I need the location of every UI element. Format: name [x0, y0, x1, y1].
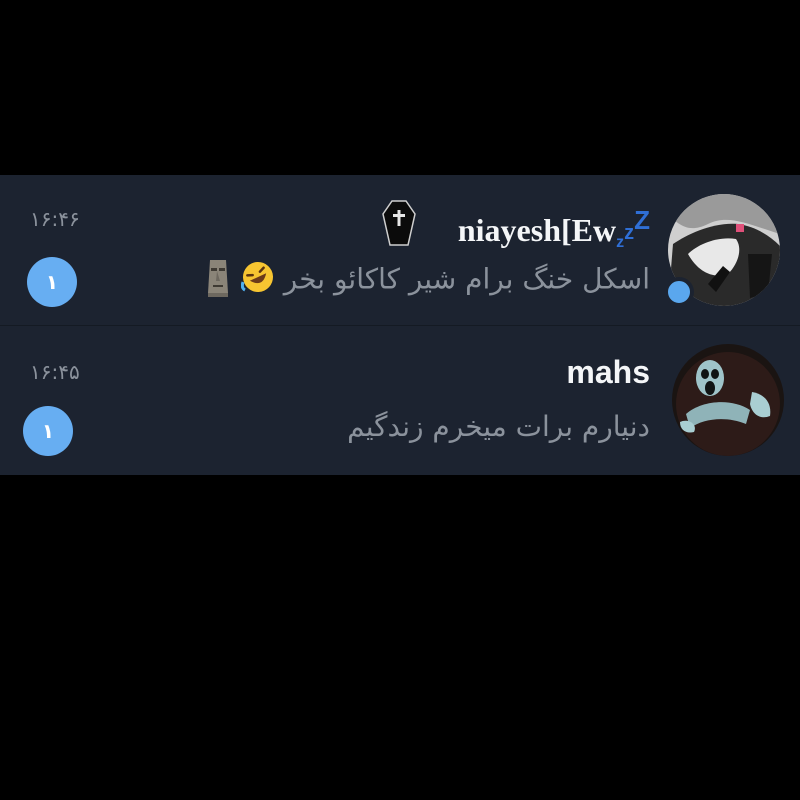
coffin-icon [382, 200, 416, 246]
moai-emoji [204, 257, 232, 304]
chat-list: niayesh[EwzzZ اسکل خنگ برام شیر کاکائو ب… [0, 175, 800, 475]
chat-row-niayesh[interactable]: niayesh[EwzzZ اسکل خنگ برام شیر کاکائو ب… [0, 175, 800, 325]
rolling-on-floor-laughing-emoji [240, 260, 275, 301]
sleep-zz-icon: z [616, 234, 625, 251]
message-time: ۱۶:۴۶ [30, 207, 80, 231]
avatar[interactable] [672, 344, 784, 456]
chat-name: mahs [566, 354, 650, 390]
avatar-photo-ghost [672, 344, 784, 456]
online-status-dot [664, 277, 694, 307]
chat-name: niayesh[EwzzZ [457, 205, 650, 251]
message-preview: دنیارم برات میخرم زندگیم [347, 410, 650, 443]
chat-row-mahs[interactable]: mahs دنیارم برات میخرم زندگیم ۱۶:۴۵ ۱ [0, 325, 800, 475]
message-preview: اسکل خنگ برام شیر کاکائو بخر [204, 257, 650, 304]
message-time: ۱۶:۴۵ [30, 360, 80, 384]
unread-count-badge: ۱ [27, 257, 77, 307]
unread-count-badge: ۱ [23, 406, 73, 456]
